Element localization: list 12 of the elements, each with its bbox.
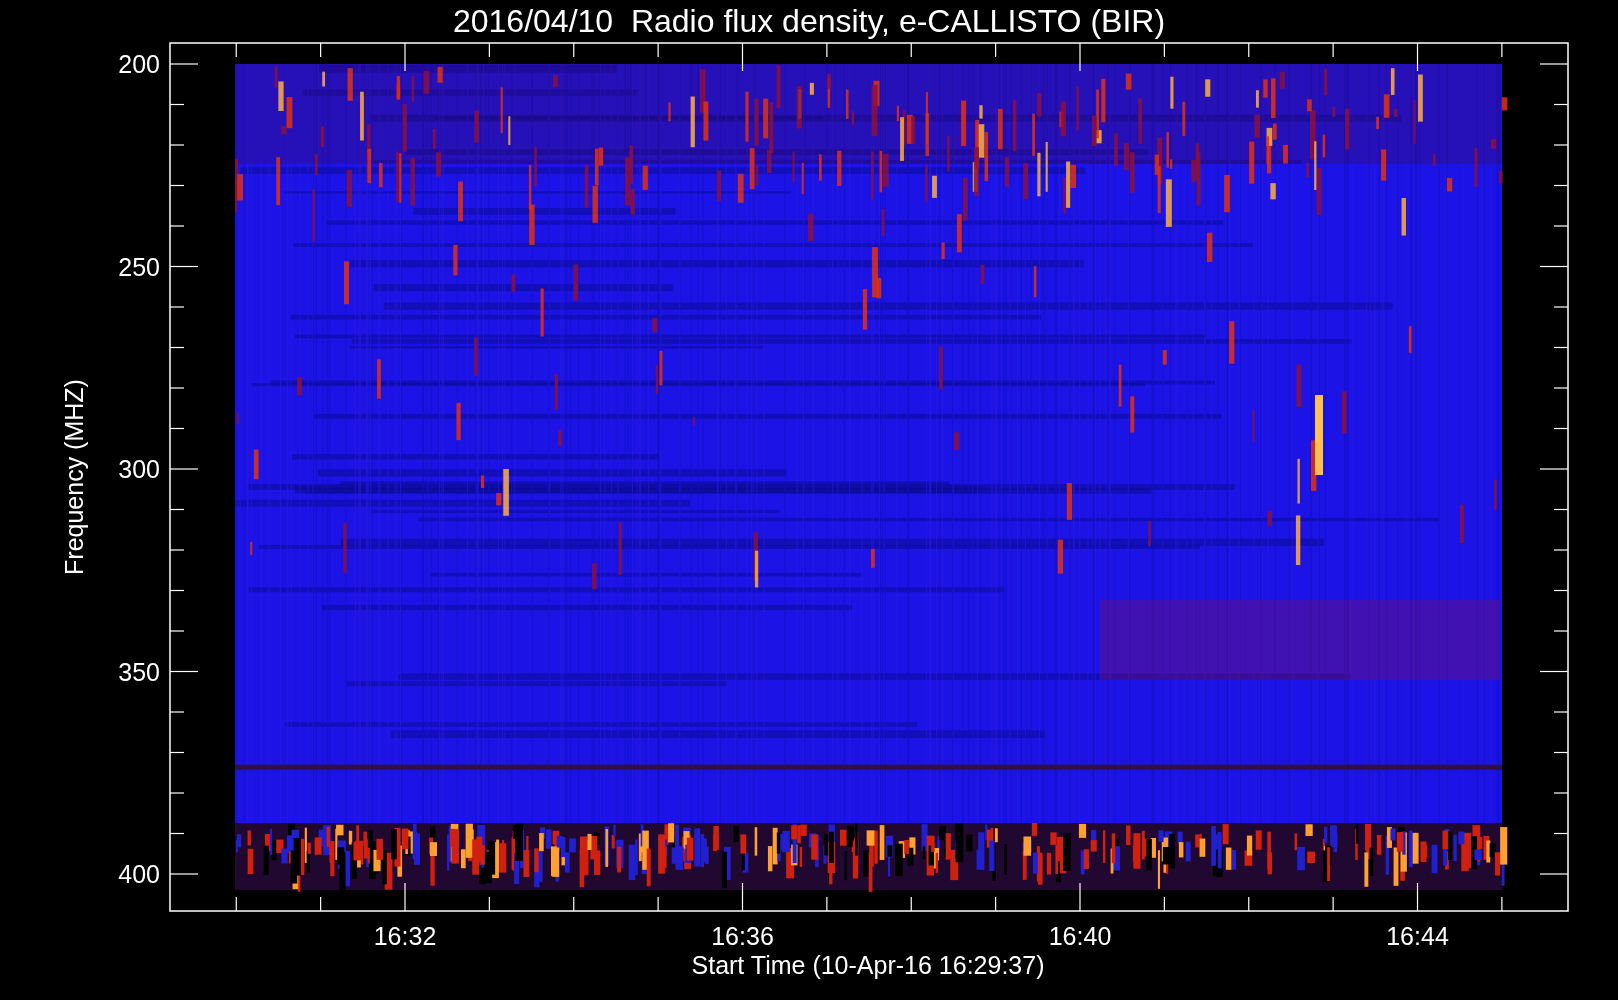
x-tick-label: 16:32 [373,922,437,950]
y-tick-label: 250 [118,252,160,281]
x-tick-label: 16:36 [711,922,774,950]
x-tick-label: 16:44 [1386,922,1449,950]
x-tick-label: 16:40 [1048,922,1112,950]
y-tick-label: 200 [118,50,160,78]
y-tick-label: 350 [118,657,160,686]
y-tick-label: 300 [118,455,160,483]
y-axis-label: Frequency (MHZ) [60,379,88,575]
x-axis-label: Start Time (10-Apr-16 16:29:37) [691,951,1045,979]
y-tick-label: 400 [118,860,160,888]
plot-title: 2016/04/10 Radio flux density, e-CALLISTO (BIR) [452,3,1166,39]
